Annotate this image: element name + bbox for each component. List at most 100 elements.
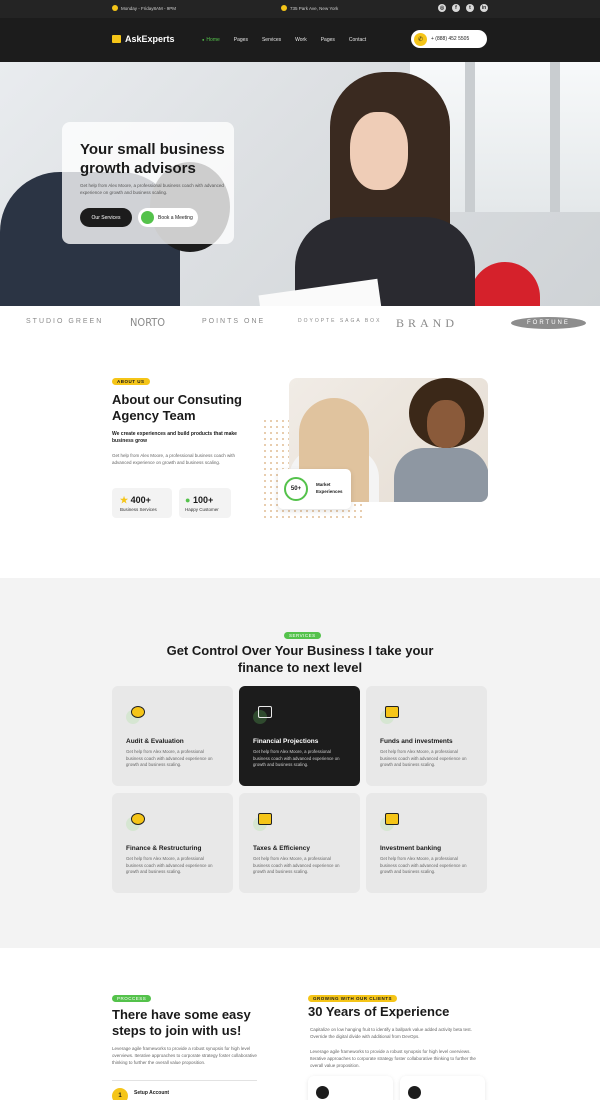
book-meeting-button[interactable]: Book a Meeting	[138, 208, 198, 227]
service-title: Audit & Evaluation	[126, 738, 184, 745]
divider	[112, 1080, 257, 1081]
about-tag: ABOUT US	[112, 378, 150, 385]
service-description: Get help from Alex Moore, a professional…	[380, 749, 467, 767]
photo-figure	[394, 448, 488, 502]
clock-icon	[112, 5, 118, 11]
hero-description: Get help from Alex Moore, a professional…	[80, 183, 224, 195]
service-card-audit[interactable]: Audit & Evaluation Get help from Alex Mo…	[112, 686, 233, 786]
nav-menu: Home Pages Services Work Pages Contact	[202, 37, 366, 43]
brand-logo: DOYOPTE SAGA BOX	[298, 318, 382, 324]
top-bar: Monday - Friday8AM - 9PM 735 Park Ave, N…	[0, 0, 600, 18]
services-title: Get Control Over Your Business I take yo…	[166, 643, 434, 675]
stat-number: 400+	[130, 495, 151, 505]
presentation-board-icon	[253, 706, 275, 724]
service-description: Get help from Alex Moore, a professional…	[253, 856, 340, 874]
address-info: 735 Park Ave, New York	[281, 5, 338, 11]
about-title: About our Consuting Agency Team	[112, 392, 242, 423]
service-description: Get help from Alex Moore, a professional…	[126, 749, 213, 767]
hero-section: Your small business growth advisors Get …	[0, 62, 600, 306]
growing-title: 30 Years of Experience	[308, 1004, 450, 1019]
service-title: Taxes & Efficiency	[253, 845, 310, 852]
icon-part	[258, 813, 272, 825]
about-description: Get help from Alex Moore, a professional…	[112, 453, 236, 465]
brand-logo: POINTS ONE	[202, 318, 266, 325]
stat-number: 100+	[192, 495, 214, 505]
nav-item-services[interactable]: Services	[262, 37, 281, 43]
address-text: 735 Park Ave, New York	[290, 5, 339, 11]
pie-chart-icon	[126, 706, 148, 724]
smile-icon: ●	[185, 495, 191, 505]
brand-logo: NORTO	[130, 316, 166, 329]
experience-label: Market Experiences	[316, 482, 343, 494]
red-chair	[470, 262, 540, 306]
twitter-icon[interactable]: t	[466, 4, 474, 12]
growing-paragraph: Capitalize on low hanging fruit to ident…	[310, 1027, 472, 1039]
window-frame	[465, 62, 475, 212]
brand-logo: STUDIO GREEN	[26, 318, 104, 325]
linkedin-icon[interactable]: in	[480, 4, 488, 12]
icon-part	[258, 706, 272, 718]
icon-part	[385, 813, 399, 825]
money-bill-icon	[380, 706, 402, 724]
service-title: Finance & Restructuring	[126, 845, 202, 852]
services-section: SERVICES Get Control Over Your Business …	[0, 578, 600, 948]
step-number: 1	[112, 1088, 128, 1100]
service-card-funds[interactable]: Funds and investments Get help from Alex…	[366, 686, 487, 786]
logo-icon	[112, 35, 121, 43]
growing-tag: GROWING WITH OUR CLIENTS	[308, 995, 397, 1002]
stat-business-services: ★ 400+ Business Services	[112, 488, 172, 518]
instagram-icon[interactable]: ◎	[438, 4, 446, 12]
stat-label: Business Services	[120, 507, 157, 512]
stat-value: ● 100+	[185, 495, 213, 505]
hero-woman-face	[350, 112, 408, 190]
service-title: Investment banking	[380, 845, 442, 852]
social-links: ◎ f t in	[438, 4, 488, 12]
target-icon	[316, 1086, 329, 1099]
service-title: Funds and investments	[380, 738, 453, 745]
services-tag: SERVICES	[284, 632, 321, 639]
nav-item-pages-2[interactable]: Pages	[321, 37, 335, 43]
star-icon: ★	[120, 495, 129, 505]
bar-chart-icon	[408, 1086, 421, 1099]
hours-info: Monday - Friday8AM - 9PM	[112, 5, 176, 11]
stat-happy-customer: ● 100+ Happy Customer	[179, 488, 231, 518]
calendar-icon	[141, 211, 154, 224]
nav-item-pages[interactable]: Pages	[234, 37, 248, 43]
feature-card	[308, 1076, 393, 1100]
hero-card: Your small business growth advisors Get …	[62, 122, 234, 244]
process-title: There have some easy steps to join with …	[112, 1007, 251, 1038]
service-card-banking[interactable]: Investment banking Get help from Alex Mo…	[366, 793, 487, 893]
bank-icon	[380, 813, 402, 831]
service-description: Get help from Alex Moore, a professional…	[126, 856, 213, 874]
phone-button[interactable]: ✆ + (888) 452 5505	[411, 30, 487, 48]
icon-part	[131, 706, 145, 718]
phone-number: + (888) 452 5505	[431, 36, 470, 42]
growing-paragraph: Leverage agile frameworks to provide a r…	[310, 1049, 476, 1068]
site-logo[interactable]: AskExperts	[112, 34, 175, 44]
logo-text: AskExperts	[125, 34, 175, 44]
brand-strip: STUDIO GREEN NORTO POINTS ONE DOYOPTE SA…	[0, 306, 600, 342]
process-description: Leverage agile frameworks to provide a r…	[112, 1046, 257, 1065]
nav-item-home[interactable]: Home	[202, 37, 219, 43]
service-card-finance[interactable]: Finance & Restructuring Get help from Al…	[112, 793, 233, 893]
icon-part	[385, 706, 399, 718]
experience-ring: 50+	[284, 477, 308, 501]
window-frame	[550, 62, 560, 212]
experience-card: 50+ Market Experiences	[278, 469, 351, 509]
service-description: Get help from Alex Moore, a professional…	[253, 749, 340, 767]
nav-item-work[interactable]: Work	[295, 37, 307, 43]
service-card-taxes[interactable]: Taxes & Efficiency Get help from Alex Mo…	[239, 793, 360, 893]
facebook-icon[interactable]: f	[452, 4, 460, 12]
credit-card-icon	[253, 813, 275, 831]
feature-card	[400, 1076, 485, 1100]
process-tag: PROCCESS	[112, 995, 152, 1002]
service-description: Get help from Alex Moore, a professional…	[380, 856, 467, 874]
nav-item-contact[interactable]: Contact	[349, 37, 366, 43]
service-title: Financial Projections	[253, 738, 319, 745]
hero-title: Your small business growth advisors	[80, 141, 225, 177]
our-services-button[interactable]: Our Services	[80, 208, 132, 227]
service-card-projections[interactable]: Financial Projections Get help from Alex…	[239, 686, 360, 786]
location-pin-icon	[281, 5, 287, 11]
icon-part	[131, 813, 145, 825]
stat-value: ★ 400+	[120, 495, 151, 506]
